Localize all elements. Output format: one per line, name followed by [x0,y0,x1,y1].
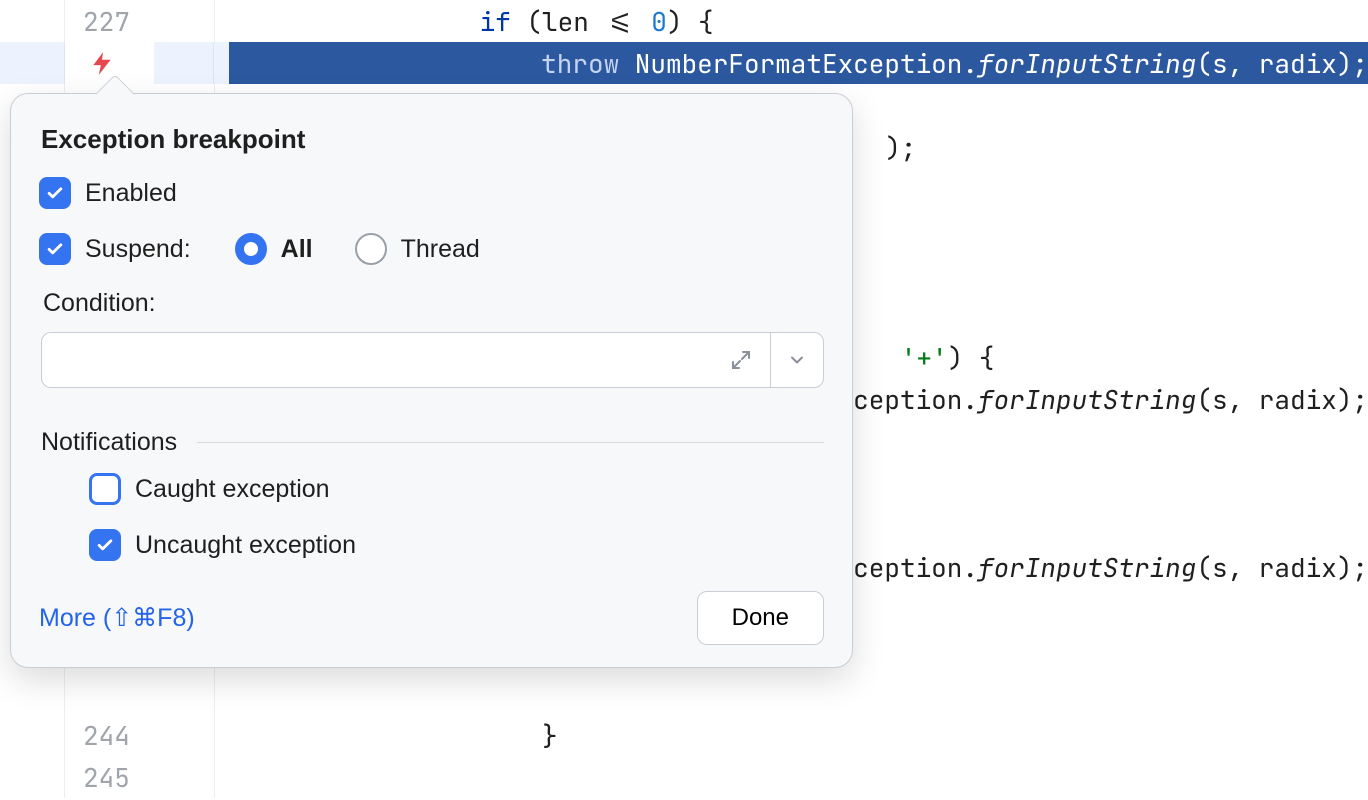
divider [197,442,824,443]
code-text: throw NumberFormatException.forInputStri… [229,42,1368,84]
suspend-checkbox[interactable] [39,233,71,265]
code-line: 244 } [0,714,1368,756]
condition-dropdown[interactable] [770,332,824,388]
caught-row: Caught exception [39,473,824,505]
line-number [65,672,155,714]
caught-checkbox[interactable] [89,473,121,505]
code-line: 245 [0,756,1368,798]
line-number: 227 [65,0,155,42]
breakpoint-popover: Exception breakpoint Enabled Suspend: Al… [10,93,853,668]
suspend-row: Suspend: All Thread [39,233,824,265]
notifications-label: Notifications [41,428,177,457]
lightning-icon [89,50,115,76]
suspend-all-label: All [281,235,313,264]
uncaught-checkbox[interactable] [89,529,121,561]
condition-input[interactable] [41,332,770,388]
enabled-checkbox[interactable] [39,177,71,209]
chevron-down-icon [787,350,807,370]
check-icon [45,239,65,259]
check-icon [45,183,65,203]
code-text: if (len <= 0) { [230,0,714,42]
uncaught-label: Uncaught exception [135,531,356,560]
code-line [0,672,1368,714]
code-line-current: throw NumberFormatException.forInputStri… [0,42,1368,84]
caught-label: Caught exception [135,475,330,504]
notifications-heading: Notifications [41,428,824,457]
condition-field [41,332,824,388]
expand-icon[interactable] [712,348,770,372]
suspend-thread-radio[interactable] [355,233,387,265]
suspend-all-radio[interactable] [235,233,267,265]
popover-title: Exception breakpoint [41,124,824,155]
enabled-row: Enabled [39,177,824,209]
suspend-label: Suspend: [85,235,191,264]
line-number: 244 [65,714,155,756]
done-button[interactable]: Done [697,591,824,645]
line-number: 245 [65,756,155,798]
suspend-thread-label: Thread [401,235,480,264]
uncaught-row: Uncaught exception [39,529,824,561]
code-text: } [230,714,558,756]
code-line: 227 if (len <= 0) { [0,0,1368,42]
more-link[interactable]: More (⇧⌘F8) [39,603,195,633]
condition-label: Condition: [43,289,824,318]
enabled-label: Enabled [85,179,177,208]
check-icon [95,535,115,555]
